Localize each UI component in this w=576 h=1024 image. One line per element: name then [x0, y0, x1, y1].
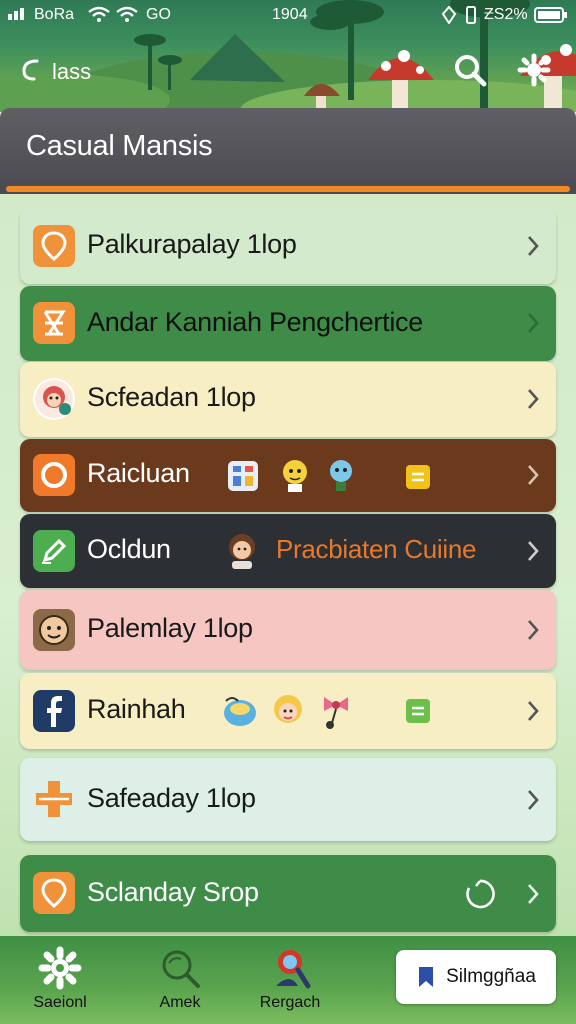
chevron-right-icon — [528, 884, 539, 904]
back-arrow-icon — [20, 57, 42, 87]
list-item[interactable]: Andar Kanniah Pengchertice — [20, 286, 556, 361]
ring-icon — [33, 454, 75, 496]
battery-percent: ƵS2% — [484, 6, 528, 23]
carrier-name: BoRa — [34, 6, 75, 23]
list-item[interactable]: Raicluan — [20, 439, 556, 512]
yellow-tag-icon — [406, 465, 430, 489]
tab-label: Saeionl — [33, 994, 87, 1011]
tab-saeionl[interactable]: Saeionl — [10, 946, 110, 1020]
blue-character-icon — [330, 460, 352, 491]
puzzle-gear-icon — [517, 53, 551, 91]
list-item-label: Safeaday 1lop — [87, 783, 256, 813]
location-status-icon — [440, 5, 458, 29]
list-item-label: Palemlay 1lop — [87, 613, 253, 643]
first-aid-icon — [33, 778, 75, 820]
chevron-right-icon — [528, 790, 539, 810]
list-item[interactable]: Ocldun Pracbiaten Cuiine — [20, 514, 556, 588]
signal-icon — [8, 6, 32, 25]
list-item[interactable]: Palemlay 1lop — [20, 590, 556, 670]
back-label: lass — [52, 59, 92, 84]
vibrate-icon — [464, 6, 478, 29]
calculator-icon — [228, 461, 258, 491]
monkey-avatar-icon — [33, 378, 75, 420]
list-item[interactable]: Palkurapalay 1lop — [20, 208, 556, 284]
top-nav: lass — [0, 50, 576, 94]
battery-icon — [534, 6, 568, 29]
wifi-icon-secondary — [116, 6, 138, 27]
signup-button[interactable]: Silmggñaa — [396, 950, 556, 1004]
chevron-right-icon — [528, 701, 539, 721]
signup-label: Silmggñaa — [446, 966, 536, 987]
magnifier-icon — [162, 950, 200, 988]
tab-label: Amek — [159, 994, 201, 1011]
chevron-right-icon — [528, 620, 539, 640]
list-item[interactable]: Scfeadan 1lop — [20, 362, 556, 437]
title-accent-bar — [6, 186, 570, 192]
yellow-character-icon — [283, 460, 307, 492]
back-button[interactable]: lass — [20, 54, 91, 90]
status-bar: BoRa GO 1904 ƵS2% — [0, 0, 576, 30]
tab-label: Rergach — [259, 994, 321, 1011]
chevron-right-icon — [528, 465, 539, 485]
network-speed: GO — [146, 6, 171, 23]
chevron-right-icon — [528, 389, 539, 409]
bow-character-icon — [324, 697, 348, 729]
chevron-right-icon — [528, 541, 539, 561]
list-item-label: Palkurapalay 1lop — [87, 229, 297, 259]
list-item[interactable]: Safeaday 1lop — [20, 758, 556, 841]
facebook-icon — [33, 690, 75, 732]
list-item-label: Andar Kanniah Pengchertice — [87, 307, 423, 337]
hourglass-icon — [33, 302, 75, 344]
bowl-icon — [224, 697, 256, 726]
pencil-icon — [33, 530, 75, 572]
blonde-character-icon — [274, 695, 302, 723]
refresh-icon[interactable] — [464, 878, 496, 910]
search-icon — [453, 53, 487, 91]
title-panel: Casual Mansis — [0, 108, 576, 194]
chevron-right-icon — [528, 236, 539, 256]
list-item[interactable]: Rainhah — [20, 673, 556, 749]
location-pin-icon — [33, 225, 75, 267]
list-item-label: Scfeadan 1lop — [87, 382, 256, 412]
wifi-icon — [88, 6, 110, 27]
tab-amek[interactable]: Amek — [130, 946, 230, 1020]
person-avatar-icon — [229, 534, 255, 569]
list-item-label: Ocldun — [87, 534, 171, 564]
settings-button[interactable] — [514, 52, 554, 92]
face-icon — [33, 609, 75, 651]
header-banner: BoRa GO 1904 ƵS2% lass — [0, 0, 576, 112]
chevron-right-icon — [528, 313, 539, 333]
list-item-label: Sclanday Srop — [87, 877, 259, 907]
page-title: Casual Mansis — [26, 130, 213, 162]
bottom-navigation: Saeionl Amek Rergach Silmggñaa — [0, 936, 576, 1024]
list-item-label: Raicluan — [87, 458, 190, 488]
promo-text: Pracbiaten Cuiine — [276, 534, 477, 564]
list-item[interactable]: Sclanday Srop — [20, 855, 556, 932]
tab-rergach[interactable]: Rergach — [240, 946, 340, 1020]
list-item-label: Rainhah — [87, 694, 186, 724]
search-button[interactable] — [450, 52, 490, 92]
bookmark-icon — [419, 967, 434, 987]
green-tag-icon — [406, 699, 430, 723]
location-pin-icon — [33, 872, 75, 914]
gear-icon — [38, 946, 82, 990]
clock: 1904 — [272, 6, 308, 23]
explorer-icon — [276, 950, 311, 989]
